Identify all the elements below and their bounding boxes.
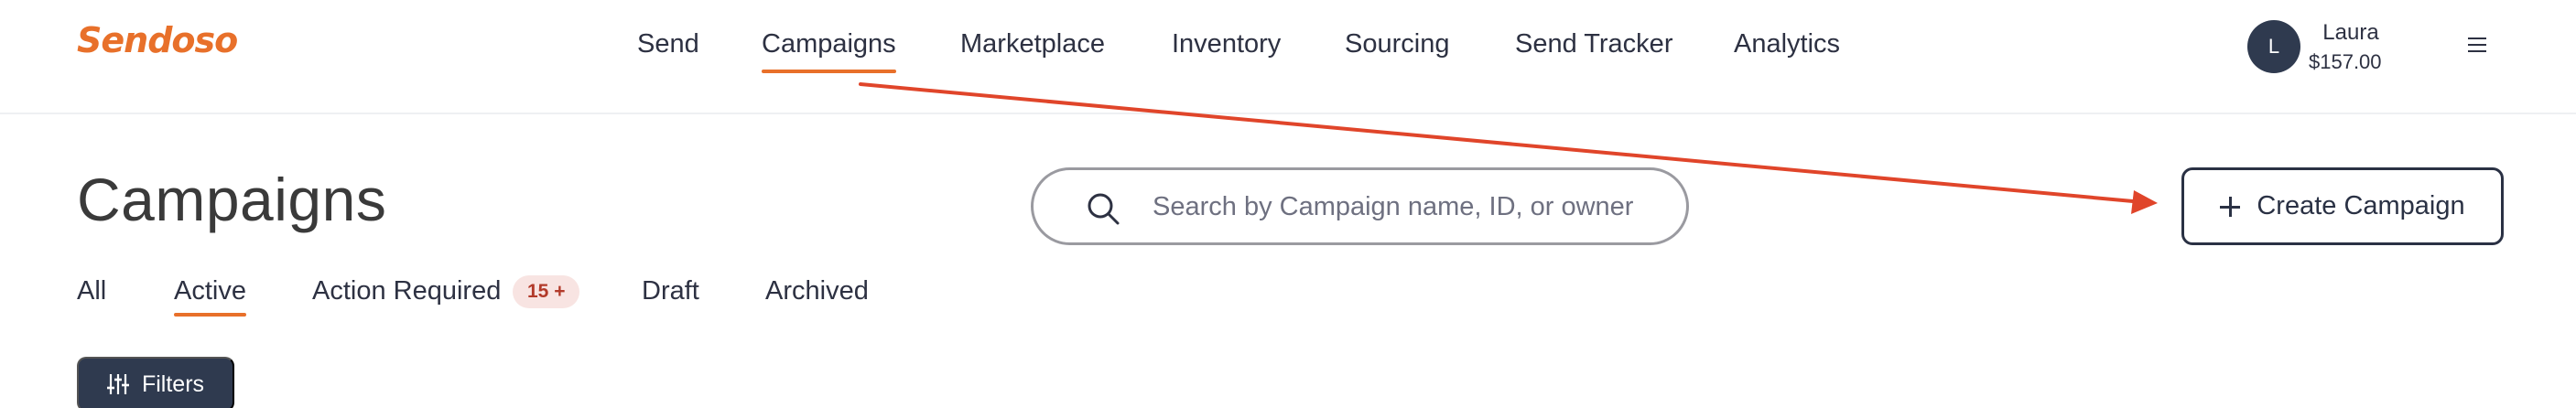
tab-archived[interactable]: Archived (765, 276, 869, 306)
action-required-count-badge: 15 + (513, 275, 580, 308)
tab-all[interactable]: All (77, 276, 106, 306)
tab-active[interactable]: Active (174, 276, 246, 317)
user-balance: $157.00 (2309, 50, 2382, 73)
nav-inventory[interactable]: Inventory (1172, 29, 1281, 75)
nav-campaigns[interactable]: Campaigns (762, 29, 896, 75)
tab-draft[interactable]: Draft (642, 276, 699, 306)
search-input[interactable] (1153, 185, 1665, 229)
user-name: Laura (2322, 20, 2379, 45)
filters-button[interactable]: Filters (77, 357, 234, 408)
create-campaign-button[interactable]: Create Campaign (2181, 167, 2504, 245)
plus-icon (2220, 196, 2241, 217)
search-icon (1088, 193, 1120, 225)
user-avatar[interactable]: L (2247, 20, 2300, 73)
nav-send[interactable]: Send (637, 29, 699, 75)
sendoso-logo[interactable]: Sendoso (77, 20, 238, 60)
filters-label: Filters (141, 370, 205, 397)
filter-sliders-icon (106, 374, 129, 394)
nav-marketplace[interactable]: Marketplace (960, 29, 1105, 75)
campaign-search-box[interactable] (1031, 167, 1689, 245)
page-title: Campaigns (77, 166, 387, 233)
tab-action-required[interactable]: Action Required (312, 276, 501, 306)
hamburger-menu-icon[interactable] (2468, 38, 2486, 52)
create-campaign-label: Create Campaign (2257, 191, 2465, 220)
nav-sourcing[interactable]: Sourcing (1345, 29, 1449, 75)
nav-analytics[interactable]: Analytics (1734, 29, 1840, 75)
nav-send-tracker[interactable]: Send Tracker (1515, 29, 1672, 75)
top-navigation-bar: Sendoso Send Campaigns Marketplace Inven… (0, 0, 2576, 114)
